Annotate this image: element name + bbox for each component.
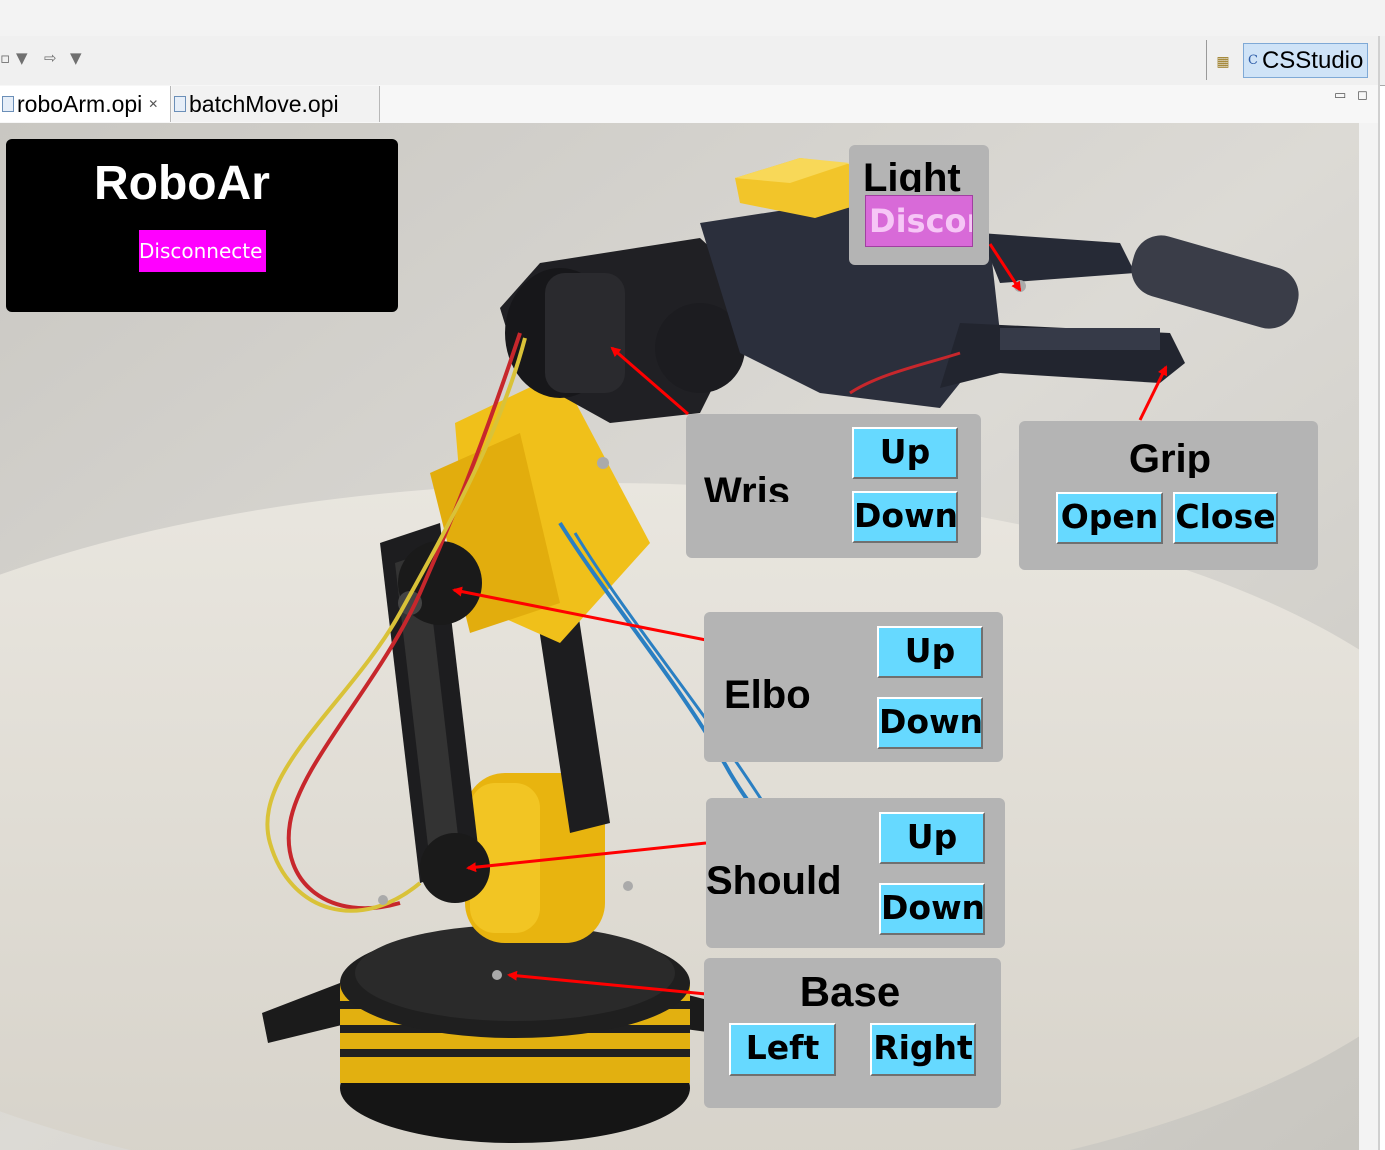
tab-roboarm[interactable]: roboArm.opi ✕ [0, 86, 171, 122]
connection-status: Disconnecte [139, 230, 266, 272]
opi-file-icon [174, 96, 186, 112]
wrist-down-button[interactable]: Down [852, 491, 958, 543]
maximize-icon[interactable]: ◻ [1357, 88, 1368, 103]
shoulder-title: Should [706, 859, 842, 894]
base-title: Base [799, 968, 901, 1015]
wrist-up-button[interactable]: Up [852, 427, 958, 479]
wrist-title: Wris [704, 470, 790, 502]
window-edge [1378, 36, 1380, 1150]
base-right-button[interactable]: Right [870, 1023, 976, 1076]
back-dropdown-icon[interactable]: ▼ [16, 48, 28, 68]
tab-label: roboArm.opi [17, 90, 143, 117]
perspective-label: CSStudio [1261, 46, 1364, 74]
toolbar [0, 36, 1385, 86]
base-left-button[interactable]: Left [729, 1023, 836, 1076]
perspective-button[interactable]: C CSStudio [1243, 43, 1368, 78]
grip-close-button[interactable]: Close [1173, 492, 1278, 544]
minimize-icon[interactable]: ▭ [1334, 88, 1346, 103]
forward-dropdown-icon[interactable]: ▼ [70, 48, 82, 68]
tab-batchmove[interactable]: batchMove.opi [172, 86, 380, 122]
shoulder-down-button[interactable]: Down [879, 883, 985, 935]
toolbar-separator [1206, 40, 1207, 80]
shoulder-up-button[interactable]: Up [879, 812, 985, 864]
light-status: Discor [865, 195, 973, 247]
opi-file-icon [2, 96, 14, 112]
light-title: Light [863, 156, 961, 192]
csstudio-perspective-icon: C [1248, 53, 1258, 68]
vertical-scrollbar[interactable] [1359, 123, 1378, 1150]
tab-label: batchMove.opi [189, 90, 339, 117]
roboarm-title: RoboAr [94, 157, 270, 210]
grip-open-button[interactable]: Open [1056, 492, 1163, 544]
elbow-up-button[interactable]: Up [877, 626, 983, 678]
toolbar-stub-icon[interactable]: ▫ [0, 48, 10, 68]
close-icon[interactable]: ✕ [148, 97, 158, 111]
forward-arrow-icon[interactable]: ⇨ [44, 48, 57, 68]
grip-title: Grip [1128, 437, 1212, 478]
elbow-down-button[interactable]: Down [877, 697, 983, 749]
open-perspective-icon[interactable]: ▦ [1213, 52, 1233, 72]
menu-bar [0, 0, 1385, 36]
elbow-title: Elbo [724, 673, 811, 708]
